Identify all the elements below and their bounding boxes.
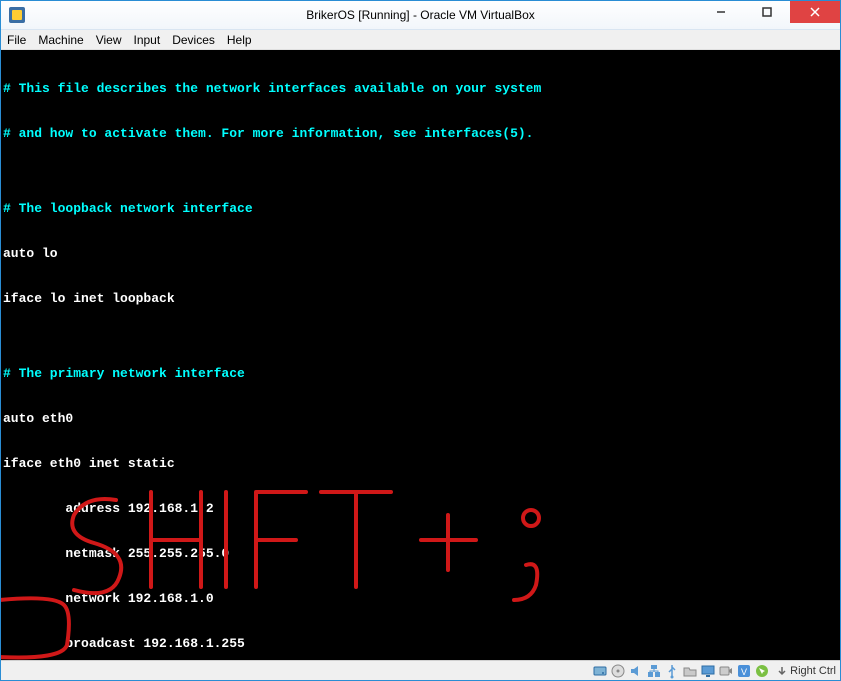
maximize-button[interactable] <box>744 1 790 23</box>
term-line: # This file describes the network interf… <box>1 81 840 96</box>
host-key-indicator[interactable]: Right Ctrl <box>776 665 836 677</box>
network-icon[interactable] <box>646 663 662 679</box>
vboxsvc-icon[interactable]: V <box>736 663 752 679</box>
term-line: network 192.168.1.0 <box>1 591 840 606</box>
close-button[interactable] <box>790 1 840 23</box>
term-line: netmask 255.255.255.0 <box>1 546 840 561</box>
titlebar: BrikerOS [Running] - Oracle VM VirtualBo… <box>1 1 840 30</box>
statusbar: V Right Ctrl <box>1 660 840 680</box>
term-line: # The loopback network interface <box>1 201 840 216</box>
menu-devices[interactable]: Devices <box>172 33 215 47</box>
recording-icon[interactable] <box>718 663 734 679</box>
menubar: File Machine View Input Devices Help <box>1 30 840 50</box>
optical-disk-icon[interactable] <box>610 663 626 679</box>
minimize-icon <box>716 7 726 17</box>
term-line: broadcast 192.168.1.255 <box>1 636 840 651</box>
menu-file[interactable]: File <box>7 33 26 47</box>
vm-window: BrikerOS [Running] - Oracle VM VirtualBo… <box>0 0 841 681</box>
menu-help[interactable]: Help <box>227 33 252 47</box>
menu-input[interactable]: Input <box>134 33 161 47</box>
arrow-down-icon <box>776 665 788 677</box>
hard-disk-icon[interactable] <box>592 663 608 679</box>
window-controls <box>698 1 840 29</box>
terminal[interactable]: # This file describes the network interf… <box>1 50 840 660</box>
svg-text:V: V <box>741 667 747 677</box>
maximize-icon <box>762 7 772 17</box>
term-line: auto eth0 <box>1 411 840 426</box>
display-icon[interactable] <box>700 663 716 679</box>
host-key-label: Right Ctrl <box>790 665 836 677</box>
app-icon <box>9 7 25 23</box>
minimize-button[interactable] <box>698 1 744 23</box>
menu-machine[interactable]: Machine <box>38 33 83 47</box>
term-line: address 192.168.1.2 <box>1 501 840 516</box>
mouse-integration-icon[interactable] <box>754 663 770 679</box>
term-line: iface lo inet loopback <box>1 291 840 306</box>
audio-icon[interactable] <box>628 663 644 679</box>
term-line: # and how to activate them. For more inf… <box>1 126 840 141</box>
menu-view[interactable]: View <box>96 33 122 47</box>
usb-icon[interactable] <box>664 663 680 679</box>
term-line: auto lo <box>1 246 840 261</box>
close-icon <box>810 7 820 17</box>
shared-folders-icon[interactable] <box>682 663 698 679</box>
handwriting-annotation <box>1 50 811 660</box>
term-line: iface eth0 inet static <box>1 456 840 471</box>
term-line: # The primary network interface <box>1 366 840 381</box>
